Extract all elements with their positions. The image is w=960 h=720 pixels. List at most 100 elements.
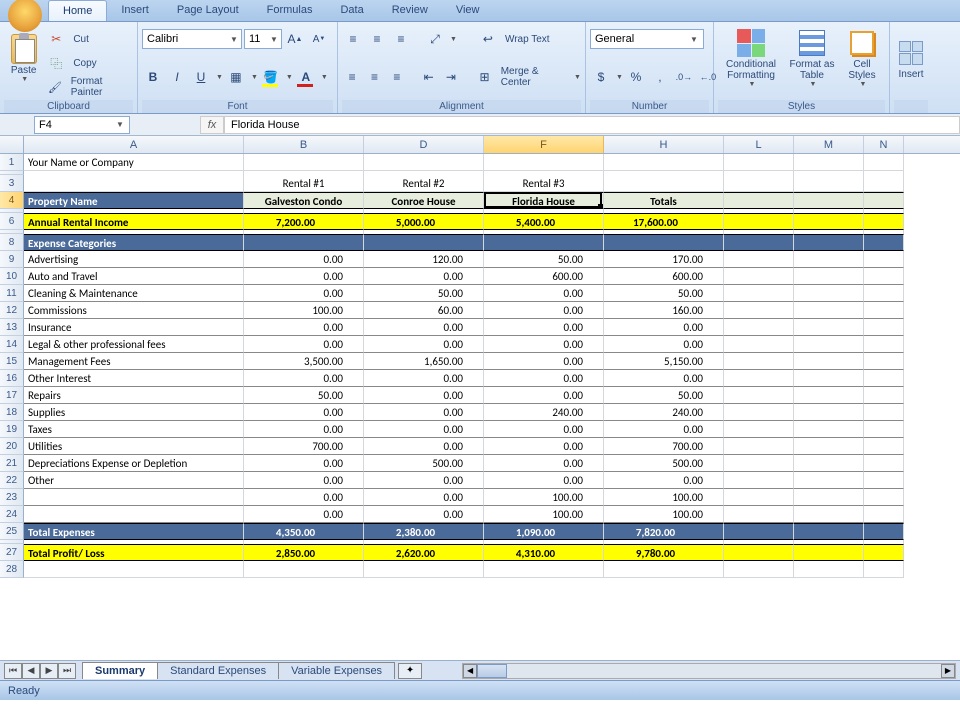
cell[interactable]: [794, 544, 864, 561]
cell[interactable]: [244, 154, 364, 171]
align-right-button[interactable]: ≡: [387, 67, 407, 87]
cell[interactable]: [864, 268, 904, 285]
cell[interactable]: [724, 302, 794, 319]
cell[interactable]: 0.00: [364, 370, 484, 387]
cell[interactable]: 3,500.00: [244, 353, 364, 370]
formula-input[interactable]: Florida House: [224, 116, 960, 134]
copy-button[interactable]: Copy: [45, 52, 133, 74]
shrink-font-button[interactable]: A▼: [308, 29, 330, 49]
cell[interactable]: [864, 285, 904, 302]
cell[interactable]: [724, 251, 794, 268]
row-header-18[interactable]: 18: [0, 404, 24, 421]
cell[interactable]: 500.00: [364, 455, 484, 472]
cell[interactable]: 9,780.00: [604, 544, 724, 561]
ribbon-tab-formulas[interactable]: Formulas: [253, 0, 327, 21]
cell[interactable]: [724, 370, 794, 387]
cell[interactable]: [724, 234, 794, 251]
row-header-4[interactable]: 4: [0, 192, 24, 209]
cell[interactable]: 0.00: [364, 421, 484, 438]
align-left-button[interactable]: ≡: [342, 67, 362, 87]
ribbon-tab-view[interactable]: View: [442, 0, 494, 21]
cell[interactable]: 0.00: [244, 370, 364, 387]
cell[interactable]: [794, 175, 864, 192]
cell[interactable]: [864, 523, 904, 540]
cell[interactable]: [864, 154, 904, 171]
cell[interactable]: 50.00: [364, 285, 484, 302]
italic-button[interactable]: I: [166, 67, 188, 87]
cell[interactable]: 0.00: [484, 370, 604, 387]
row-header-19[interactable]: 19: [0, 421, 24, 438]
cell[interactable]: [864, 192, 904, 209]
cell[interactable]: 0.00: [244, 268, 364, 285]
cell[interactable]: 120.00: [364, 251, 484, 268]
cell[interactable]: 0.00: [244, 319, 364, 336]
cell[interactable]: 170.00: [604, 251, 724, 268]
row-header-24[interactable]: 24: [0, 506, 24, 523]
cell[interactable]: 0.00: [484, 285, 604, 302]
cell[interactable]: [724, 455, 794, 472]
comma-button[interactable]: ,: [649, 67, 671, 87]
cell[interactable]: [794, 302, 864, 319]
sheet-nav-last[interactable]: ⏭: [58, 663, 76, 679]
name-box[interactable]: ▼: [34, 116, 130, 134]
cell[interactable]: 0.00: [244, 336, 364, 353]
column-header-B[interactable]: B: [244, 136, 364, 153]
cell[interactable]: [864, 319, 904, 336]
column-header-A[interactable]: A: [24, 136, 244, 153]
cell[interactable]: [794, 336, 864, 353]
cell[interactable]: [724, 213, 794, 230]
row-header-6[interactable]: 6: [0, 213, 24, 230]
cell[interactable]: [794, 455, 864, 472]
cell[interactable]: [794, 438, 864, 455]
cell[interactable]: 4,310.00: [484, 544, 604, 561]
cell[interactable]: [794, 213, 864, 230]
cell[interactable]: 0.00: [244, 404, 364, 421]
cell[interactable]: [604, 234, 724, 251]
cell[interactable]: 0.00: [484, 472, 604, 489]
cell[interactable]: 0.00: [484, 353, 604, 370]
cell[interactable]: [724, 175, 794, 192]
row-header-8[interactable]: 8: [0, 234, 24, 251]
cell[interactable]: Legal & other professional fees: [24, 336, 244, 353]
cell[interactable]: Expense Categories: [24, 234, 244, 251]
currency-button[interactable]: $: [590, 67, 612, 87]
row-header-10[interactable]: 10: [0, 268, 24, 285]
new-sheet-button[interactable]: ✦: [398, 663, 422, 679]
cell[interactable]: [24, 175, 244, 192]
cell[interactable]: [604, 154, 724, 171]
cell[interactable]: [794, 387, 864, 404]
cell[interactable]: Property Name: [24, 192, 244, 209]
column-header-M[interactable]: M: [794, 136, 864, 153]
cell[interactable]: 0.00: [484, 421, 604, 438]
cell[interactable]: 0.00: [364, 506, 484, 523]
cell[interactable]: 0.00: [244, 421, 364, 438]
cell[interactable]: 1,650.00: [364, 353, 484, 370]
row-header-25[interactable]: 25: [0, 523, 24, 540]
cell[interactable]: [864, 353, 904, 370]
cell[interactable]: [794, 404, 864, 421]
row-header-28[interactable]: 28: [0, 561, 24, 578]
cell[interactable]: 700.00: [604, 438, 724, 455]
cell[interactable]: [794, 370, 864, 387]
sheet-tab-variable-expenses[interactable]: Variable Expenses: [278, 662, 395, 679]
cell[interactable]: 1,090.00: [484, 523, 604, 540]
fx-button[interactable]: fx: [200, 116, 224, 134]
percent-button[interactable]: %: [625, 67, 647, 87]
cell[interactable]: Utilities: [24, 438, 244, 455]
row-header-3[interactable]: 3: [0, 175, 24, 192]
cell[interactable]: [724, 489, 794, 506]
cell[interactable]: Depreciations Expense or Depletion: [24, 455, 244, 472]
cell[interactable]: [794, 319, 864, 336]
cell[interactable]: Commissions: [24, 302, 244, 319]
ribbon-tab-home[interactable]: Home: [48, 0, 107, 21]
cell[interactable]: [864, 489, 904, 506]
row-header-21[interactable]: 21: [0, 455, 24, 472]
cell[interactable]: [794, 285, 864, 302]
sheet-tab-standard-expenses[interactable]: Standard Expenses: [157, 662, 279, 679]
cell[interactable]: [864, 438, 904, 455]
row-header-14[interactable]: 14: [0, 336, 24, 353]
cell[interactable]: 0.00: [604, 336, 724, 353]
cell[interactable]: [794, 506, 864, 523]
cell[interactable]: [364, 561, 484, 578]
cell[interactable]: 0.00: [604, 472, 724, 489]
